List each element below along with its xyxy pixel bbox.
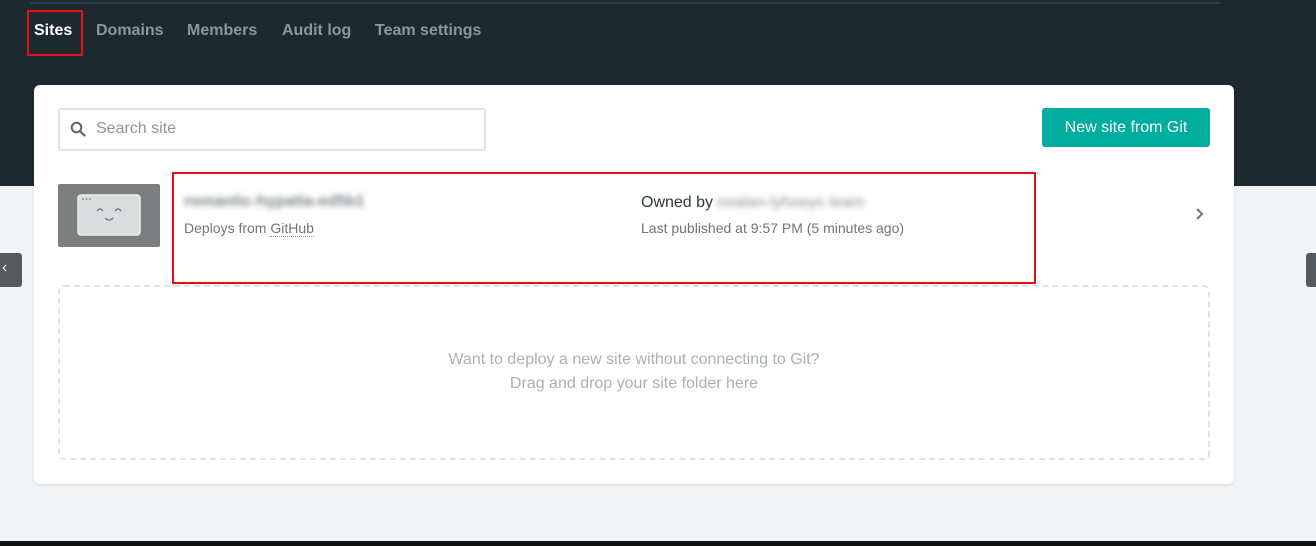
deploy-prefix: Deploys from (184, 220, 267, 236)
new-site-from-git-button[interactable]: New site from Git (1042, 108, 1210, 147)
smiling-browser-icon (77, 194, 141, 236)
owner-line: Owned by noalan-lyhoeys team (641, 194, 865, 212)
owned-prefix: Owned by (641, 194, 714, 211)
search-box (58, 108, 486, 151)
site-thumbnail (58, 184, 160, 247)
drop-zone[interactable]: Want to deploy a new site without connec… (58, 285, 1210, 460)
tab-domains[interactable]: Domains (96, 22, 164, 40)
tab-audit-log[interactable]: Audit log (282, 22, 351, 40)
header-divider (30, 2, 1220, 4)
owner-name: noalan-lyhoeys team (717, 194, 865, 211)
dropzone-prompt: Want to deploy a new site without connec… (448, 351, 820, 368)
chevron-right-icon[interactable] (1194, 207, 1206, 221)
tab-members[interactable]: Members (187, 22, 257, 40)
deploy-source-link[interactable]: GitHub (270, 220, 314, 237)
search-input[interactable] (94, 110, 478, 147)
active-tab-highlight (27, 10, 83, 56)
sites-card: New site from Git romantic-hypatia-ed5b1… (34, 85, 1234, 484)
last-published: Last published at 9:57 PM (5 minutes ago… (641, 220, 905, 236)
site-list-item[interactable]: romantic-hypatia-ed5b1 Deploys from GitH… (34, 181, 1234, 251)
search-icon (70, 121, 86, 137)
left-side-tab[interactable]: ‹ (0, 253, 22, 287)
right-side-tab[interactable] (1306, 253, 1316, 287)
dropzone-instruction: Drag and drop your site folder here (509, 375, 759, 392)
chevron-left-icon: ‹ (2, 259, 8, 276)
tab-team-settings[interactable]: Team settings (375, 22, 481, 40)
site-name[interactable]: romantic-hypatia-ed5b1 (184, 193, 364, 211)
deploy-source-line: Deploys from GitHub (184, 220, 314, 237)
bottom-edge (0, 541, 1316, 546)
